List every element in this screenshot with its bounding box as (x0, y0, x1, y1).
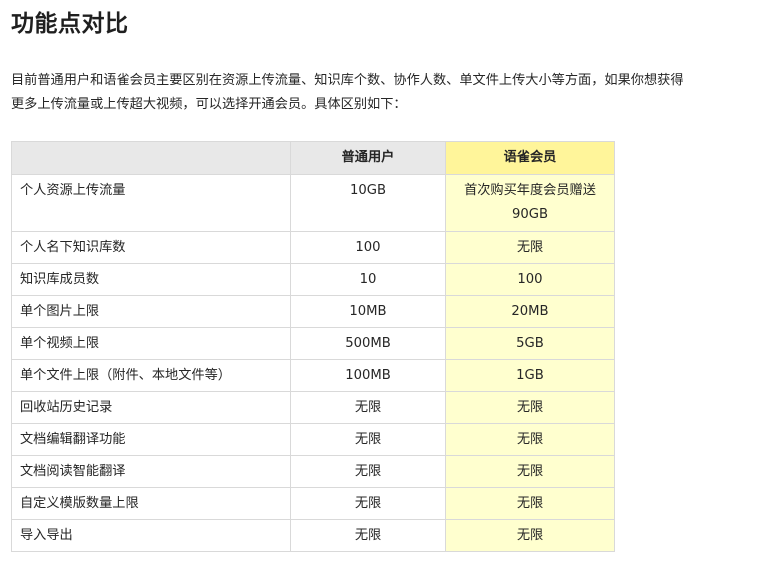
table-row: 单个图片上限 10MB 20MB (11, 295, 615, 328)
cell-feature: 导入导出 (11, 519, 291, 552)
intro-paragraph: 目前普通用户和语雀会员主要区别在资源上传流量、知识库个数、协作人数、单文件上传大… (11, 69, 775, 117)
header-normal-user: 普通用户 (290, 141, 446, 175)
cell-normal-user: 10 (290, 263, 446, 296)
cell-vip-member: 无限 (445, 487, 615, 520)
table-row: 个人名下知识库数 100 无限 (11, 231, 615, 264)
table-row: 导入导出 无限 无限 (11, 519, 615, 552)
cell-normal-user: 500MB (290, 327, 446, 360)
cell-feature: 自定义模版数量上限 (11, 487, 291, 520)
table-row: 知识库成员数 10 100 (11, 263, 615, 296)
cell-feature: 知识库成员数 (11, 263, 291, 296)
cell-feature: 个人名下知识库数 (11, 231, 291, 264)
table-row: 自定义模版数量上限 无限 无限 (11, 487, 615, 520)
page-title: 功能点对比 (11, 11, 129, 37)
table-row: 文档阅读智能翻译 无限 无限 (11, 455, 615, 488)
header-feature (11, 141, 291, 175)
cell-vip-member: 20MB (445, 295, 615, 328)
cell-vip-member: 5GB (445, 327, 615, 360)
table-row: 回收站历史记录 无限 无限 (11, 391, 615, 424)
cell-normal-user: 100 (290, 231, 446, 264)
cell-normal-user: 无限 (290, 423, 446, 456)
cell-feature: 单个文件上限（附件、本地文件等） (11, 359, 291, 392)
cell-vip-member: 100 (445, 263, 615, 296)
cell-normal-user: 100MB (290, 359, 446, 392)
cell-vip-member: 无限 (445, 231, 615, 264)
table-row: 单个视频上限 500MB 5GB (11, 327, 615, 360)
table-row: 个人资源上传流量 10GB 首次购买年度会员赠送90GB (11, 174, 615, 232)
cell-normal-user: 无限 (290, 487, 446, 520)
cell-feature: 文档阅读智能翻译 (11, 455, 291, 488)
cell-vip-member: 无限 (445, 391, 615, 424)
cell-normal-user: 10GB (290, 174, 446, 232)
cell-feature: 单个视频上限 (11, 327, 291, 360)
cell-vip-member: 1GB (445, 359, 615, 392)
cell-feature: 单个图片上限 (11, 295, 291, 328)
cell-feature: 回收站历史记录 (11, 391, 291, 424)
cell-feature: 文档编辑翻译功能 (11, 423, 291, 456)
cell-feature: 个人资源上传流量 (11, 174, 291, 232)
header-vip-member: 语雀会员 (445, 141, 615, 175)
cell-normal-user: 无限 (290, 391, 446, 424)
cell-normal-user: 无限 (290, 455, 446, 488)
table-row: 单个文件上限（附件、本地文件等） 100MB 1GB (11, 359, 615, 392)
document-page: 功能点对比 目前普通用户和语雀会员主要区别在资源上传流量、知识库个数、协作人数、… (0, 0, 784, 582)
cell-normal-user: 10MB (290, 295, 446, 328)
table-header-row: 普通用户 语雀会员 (11, 141, 615, 175)
cell-vip-member: 首次购买年度会员赠送90GB (445, 174, 615, 232)
intro-line-2: 更多上传流量或上传超大视频，可以选择开通会员。具体区别如下： (11, 97, 407, 112)
cell-vip-member: 无限 (445, 455, 615, 488)
table-body: 个人资源上传流量 10GB 首次购买年度会员赠送90GB 个人名下知识库数 100 无限知… (11, 174, 615, 552)
cell-vip-member: 无限 (445, 519, 615, 552)
cell-normal-user: 无限 (290, 519, 446, 552)
table-row: 文档编辑翻译功能 无限 无限 (11, 423, 615, 456)
cell-vip-member: 无限 (445, 423, 615, 456)
comparison-table: 普通用户 语雀会员 个人资源上传流量 10GB 首次购买年度会员赠送90GB 个人名下… (11, 141, 615, 552)
intro-line-1: 目前普通用户和语雀会员主要区别在资源上传流量、知识库个数、协作人数、单文件上传大… (11, 73, 684, 88)
